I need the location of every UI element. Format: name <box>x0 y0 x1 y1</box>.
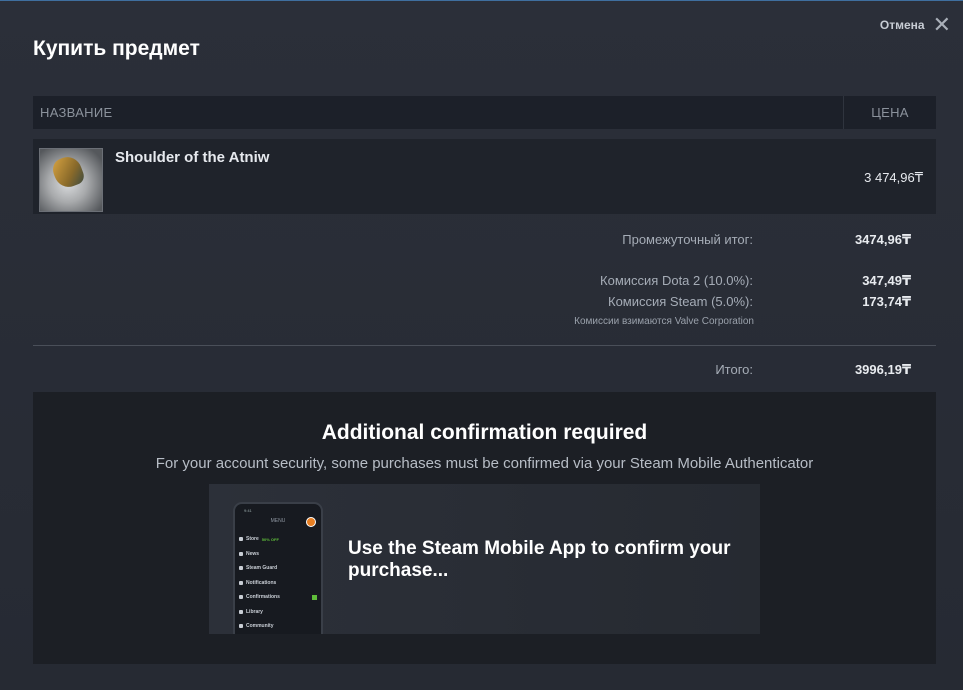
fee-steam-value: 173,74₸ <box>862 294 911 309</box>
fee-game-value: 347,49₸ <box>862 273 911 288</box>
check-icon <box>239 595 243 600</box>
purchase-dialog: Отмена ✕ Купить предмет НАЗВАНИЕ ЦЕНА Sh… <box>0 0 963 690</box>
item-thumbnail <box>39 148 103 212</box>
fee-game-label: Комиссия Dota 2 (10.0%): <box>600 273 753 288</box>
phone-illustration: 9:41 MENU Store 50% OFF News Steam Guard … <box>233 502 323 634</box>
community-icon <box>239 624 243 629</box>
phone-menu-item: Community <box>239 619 321 634</box>
cancel-button[interactable]: Отмена ✕ <box>880 14 951 36</box>
confirmation-title: Additional confirmation required <box>321 421 648 444</box>
close-icon[interactable]: ✕ <box>933 14 951 36</box>
phone-menu-item: Steam Guard <box>239 561 321 576</box>
avatar <box>306 517 316 527</box>
divider <box>33 345 936 346</box>
column-header-name: НАЗВАНИЕ <box>40 105 113 120</box>
table-header: НАЗВАНИЕ ЦЕНА <box>33 96 936 129</box>
column-header-price: ЦЕНА <box>843 96 936 129</box>
item-price: 3 474,96₸ <box>864 170 923 185</box>
phone-time: 9:41 <box>244 508 252 513</box>
dialog-title: Купить предмет <box>33 37 200 60</box>
phone-menu-item: Notifications <box>239 576 321 591</box>
confirmation-panel: Additional confirmation required For you… <box>33 392 936 664</box>
phone-menu-list: Store 50% OFF News Steam Guard Notificati… <box>235 532 321 634</box>
item-image <box>49 153 87 191</box>
fee-steam-label: Комиссия Steam (5.0%): <box>608 294 753 309</box>
fee-note: Комиссии взимаются Valve Corporation <box>574 316 754 327</box>
library-icon <box>239 609 243 614</box>
subtotal-label: Промежуточный итог: <box>622 232 753 247</box>
banner-text: Use the Steam Mobile App to confirm your… <box>348 538 731 581</box>
confirmation-subtitle: For your account security, some purchase… <box>155 455 814 472</box>
cancel-label[interactable]: Отмена <box>880 18 925 32</box>
phone-menu-item: Confirmations <box>239 590 321 605</box>
phone-menu-item: Store 50% OFF <box>239 532 321 547</box>
confirmation-badge <box>312 594 317 600</box>
news-icon <box>239 551 243 556</box>
item-name: Shoulder of the Atniw <box>115 149 270 166</box>
shield-icon <box>239 566 243 571</box>
total-label: Итого: <box>715 362 753 377</box>
phone-menu-item: News <box>239 547 321 562</box>
mobile-app-banner: 9:41 MENU Store 50% OFF News Steam Guard … <box>209 484 760 634</box>
bell-icon <box>239 580 243 585</box>
store-icon <box>239 537 243 542</box>
total-value: 3996,19₸ <box>854 362 911 377</box>
subtotal-value: 3474,96₸ <box>854 232 911 247</box>
table-row: Shoulder of the Atniw 3 474,96₸ <box>33 139 936 214</box>
phone-menu-item: Library <box>239 605 321 620</box>
